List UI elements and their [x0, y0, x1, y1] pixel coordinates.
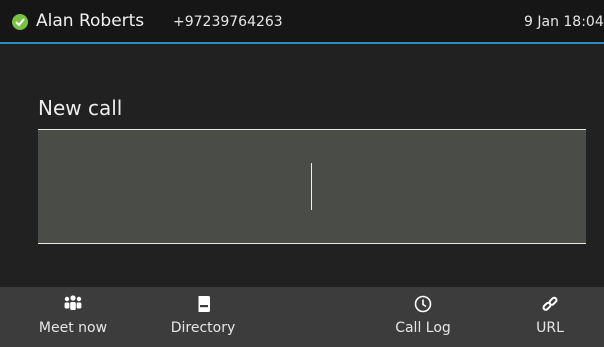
text-cursor	[311, 163, 312, 210]
dial-input-field[interactable]	[38, 129, 586, 244]
page-title: New call	[38, 96, 123, 120]
date-time: 9 Jan 18:04	[524, 14, 604, 30]
user-name: Alan Roberts	[36, 11, 145, 31]
status-bar: Alan Roberts +97239764263 9 Jan 18:04	[0, 0, 604, 44]
meet-now-softkey[interactable]: Meet now	[33, 287, 113, 347]
softkey-label: Directory	[170, 320, 236, 336]
phone-screen: Alan Roberts +97239764263 9 Jan 18:04 Ne…	[0, 0, 604, 347]
directory-softkey[interactable]: Directory	[163, 287, 243, 347]
url-softkey[interactable]: URL	[520, 287, 580, 347]
softkey-bar: Meet now Directory Call Log URL	[0, 287, 604, 347]
softkey-label: Meet now	[38, 320, 108, 336]
softkey-label: URL	[536, 320, 564, 336]
address-book-icon	[196, 296, 210, 312]
available-check-icon	[12, 14, 28, 30]
link-icon	[542, 296, 558, 311]
call-log-softkey[interactable]: Call Log	[381, 287, 465, 347]
clock-icon	[414, 295, 432, 313]
user-number: +97239764263	[173, 14, 283, 30]
people-group-icon	[64, 295, 82, 310]
softkey-label: Call Log	[395, 320, 451, 336]
